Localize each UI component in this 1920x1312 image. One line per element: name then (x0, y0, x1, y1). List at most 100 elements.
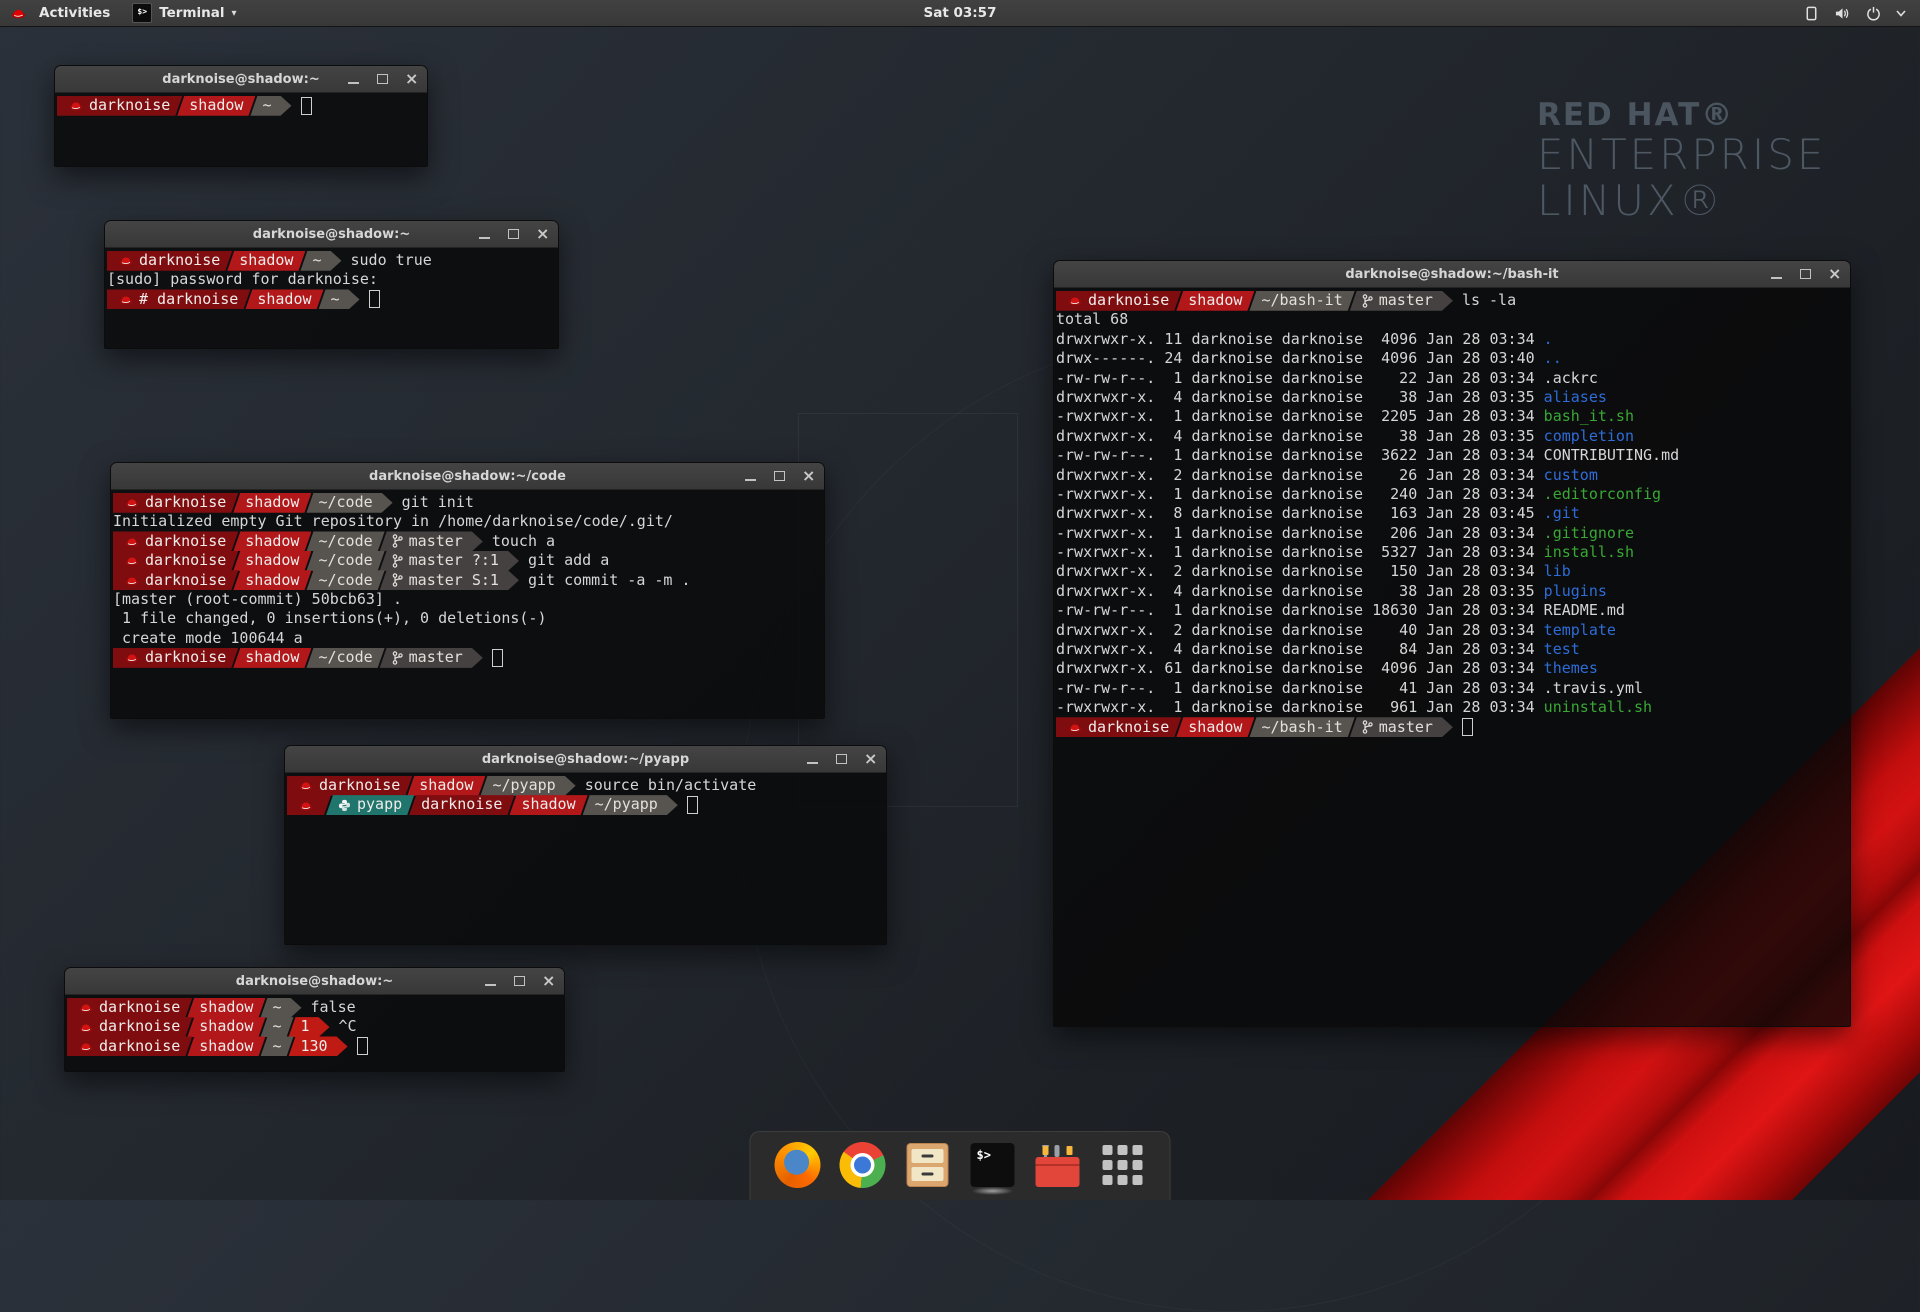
ls-row: -rwxrwxr-x. 1 darknoise darknoise 240 Ja… (1056, 485, 1848, 504)
minimize-button[interactable] (484, 975, 497, 988)
prompt-segment: ~/bash-it (1249, 291, 1354, 311)
dock-firefox[interactable] (775, 1142, 821, 1188)
dock-chrome[interactable] (840, 1142, 886, 1188)
ls-row: drwxrwxr-x. 2 darknoise darknoise 150 Ja… (1056, 562, 1848, 581)
window-title: darknoise@shadow:~/pyapp (482, 752, 689, 767)
ls-row: drwxrwxr-x. 2 darknoise darknoise 26 Jan… (1056, 466, 1848, 485)
ls-meta: drwxrwxr-x. 61 darknoise darknoise 4096 … (1056, 659, 1544, 677)
prompt-segment: shadow (227, 251, 305, 271)
prompt-line: darknoiseshadow~/bash-itmasterls -la (1056, 291, 1848, 310)
prompt-line: darknoiseshadow~/codemaster S:1git commi… (113, 571, 822, 590)
dock-terminal[interactable]: $> (970, 1142, 1016, 1188)
segment-label: shadow (239, 251, 293, 270)
titlebar[interactable]: darknoise@shadow:~ (105, 221, 558, 248)
segment-label: darknoise (145, 493, 226, 512)
segment-label: ~/code (318, 551, 372, 570)
terminal-body[interactable]: darknoiseshadow~/codegit initInitialized… (111, 490, 824, 718)
prompt-line: darknoiseshadow~/codemaster ?:1git add a (113, 551, 822, 570)
maximize-button[interactable] (513, 975, 526, 988)
prompt-segment: ~/code (306, 551, 384, 571)
prompt-segment: shadow (1176, 291, 1254, 311)
close-button[interactable] (405, 73, 418, 86)
prompt-segment: 1 (289, 1017, 330, 1037)
segment-label: shadow (189, 96, 243, 115)
terminal-body[interactable]: darknoiseshadow~/pyappsource bin/activat… (285, 773, 886, 944)
minimize-button[interactable] (347, 73, 360, 86)
close-button[interactable] (1828, 268, 1841, 281)
brand-line-enterprise: ENTERPRISE (1537, 132, 1826, 178)
close-button[interactable] (542, 975, 555, 988)
command-text: ^C (339, 1017, 357, 1036)
prompt-segment: darknoise (107, 251, 232, 271)
clock[interactable]: Sat 03:57 (0, 5, 1920, 21)
maximize-button[interactable] (773, 470, 786, 483)
segment-label: shadow (199, 1017, 253, 1036)
segment-label: master (409, 648, 463, 667)
display-icon[interactable] (1804, 6, 1819, 21)
prompt-segment: master (1350, 717, 1453, 737)
ls-filename: .gitignore (1544, 524, 1634, 542)
dock-app-grid[interactable] (1100, 1142, 1146, 1188)
system-status-area[interactable] (1804, 0, 1920, 26)
ls-meta: drwxrwxr-x. 4 darknoise darknoise 38 Jan… (1056, 582, 1544, 600)
segment-label: master ?:1 (409, 551, 499, 570)
power-icon[interactable] (1866, 6, 1881, 21)
prompt-segment: darknoise (67, 1036, 192, 1056)
terminal-app-icon: $> (132, 3, 152, 23)
dock-files[interactable] (905, 1142, 951, 1188)
window-title: darknoise@shadow:~ (162, 72, 319, 87)
segment-label: shadow (521, 795, 575, 814)
python-icon (338, 799, 351, 812)
titlebar[interactable]: darknoise@shadow:~/bash-it (1054, 261, 1850, 288)
terminal-bash-it: darknoise@shadow:~/bash-itdarknoiseshado… (1053, 260, 1851, 1027)
prompt-segment: darknoise (113, 648, 238, 668)
titlebar[interactable]: darknoise@shadow:~ (65, 968, 564, 995)
maximize-button[interactable] (1799, 268, 1812, 281)
terminal-body[interactable]: darknoiseshadow~sudo true[sudo] password… (105, 248, 558, 348)
ls-meta: drwxrwxr-x. 11 darknoise darknoise 4096 … (1056, 330, 1544, 348)
volume-icon[interactable] (1834, 6, 1851, 21)
command-text: git add a (528, 551, 609, 570)
prompt-segment (287, 795, 331, 815)
terminal-cursor (1462, 718, 1473, 736)
prompt-line: pyappdarknoiseshadow~/pyapp (287, 795, 884, 814)
minimize-button[interactable] (744, 470, 757, 483)
close-button[interactable] (864, 753, 877, 766)
maximize-button[interactable] (376, 73, 389, 86)
output-line: Initialized empty Git repository in /hom… (113, 512, 822, 531)
minimize-button[interactable] (806, 753, 819, 766)
ls-meta: -rw-rw-r--. 1 darknoise darknoise 41 Jan… (1056, 679, 1544, 697)
dock: $> (750, 1131, 1171, 1200)
ls-filename: CONTRIBUTING.md (1544, 446, 1679, 464)
dock-toolbox[interactable] (1035, 1142, 1081, 1188)
segment-label: # darknoise (139, 290, 238, 309)
app-menu-terminal[interactable]: $> Terminal ▾ (121, 0, 247, 26)
branch-icon (392, 573, 403, 587)
redhat-icon (125, 555, 139, 566)
command-text: ls -la (1462, 291, 1516, 310)
ls-meta: -rwxrwxr-x. 1 darknoise darknoise 5327 J… (1056, 543, 1544, 561)
prompt-segment: shadow (407, 776, 485, 796)
ls-meta: -rwxrwxr-x. 1 darknoise darknoise 240 Ja… (1056, 485, 1544, 503)
terminal-body[interactable]: darknoiseshadow~/bash-itmasterls -latota… (1054, 288, 1850, 1026)
titlebar[interactable]: darknoise@shadow:~ (55, 66, 427, 93)
command-text: git init (402, 493, 474, 512)
minimize-button[interactable] (1770, 268, 1783, 281)
prompt-segment: ~ (250, 96, 291, 116)
close-button[interactable] (536, 228, 549, 241)
caret-down-icon (1896, 9, 1906, 17)
prompt-line: darknoiseshadow~/codemaster (113, 648, 822, 667)
close-button[interactable] (802, 470, 815, 483)
terminal-body[interactable]: darknoiseshadow~falsedarknoiseshadow~1^C… (65, 995, 564, 1071)
titlebar[interactable]: darknoise@shadow:~/code (111, 463, 824, 490)
activities-button[interactable]: Activities (0, 0, 121, 26)
maximize-button[interactable] (835, 753, 848, 766)
terminal-cursor (357, 1037, 368, 1055)
prompt-segment: master (1350, 291, 1453, 311)
titlebar[interactable]: darknoise@shadow:~/pyapp (285, 746, 886, 773)
terminal-body[interactable]: darknoiseshadow~ (55, 93, 427, 166)
prompt-segment: 130 (289, 1036, 348, 1056)
prompt-line: darknoiseshadow~sudo true (107, 251, 556, 270)
minimize-button[interactable] (478, 228, 491, 241)
maximize-button[interactable] (507, 228, 520, 241)
